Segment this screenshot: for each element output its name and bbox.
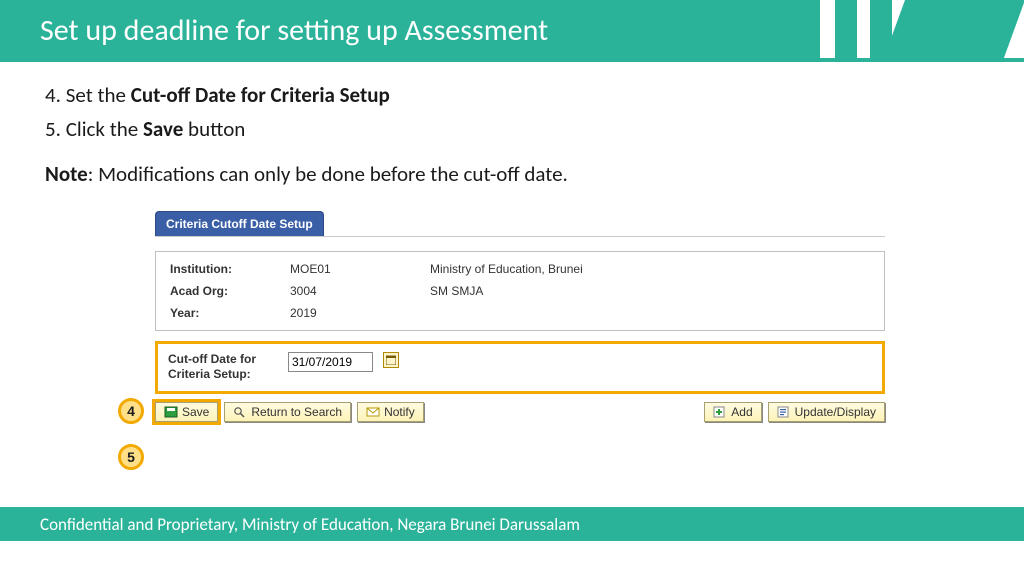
- search-icon: [233, 406, 247, 418]
- return-to-search-button[interactable]: Return to Search: [224, 402, 351, 422]
- value-acad-org: 3004: [290, 284, 430, 298]
- save-label: Save: [182, 405, 209, 419]
- notify-label: Notify: [384, 405, 415, 419]
- instruction-step-5: 5. Click the Save button: [45, 114, 979, 146]
- content-area: 4. Set the Cut-off Date for Criteria Set…: [0, 60, 1024, 422]
- save-button[interactable]: Save: [155, 402, 218, 422]
- cutoff-box: Cut-off Date for Criteria Setup:: [155, 341, 885, 394]
- callout-marker-5: 5: [118, 444, 144, 470]
- button-row: Save Return to Search Notify Add Update/…: [155, 402, 885, 422]
- step5-number: 5.: [45, 116, 66, 142]
- update-display-button[interactable]: Update/Display: [768, 402, 885, 422]
- step4-text-b: Cut-off Date for Criteria Setup: [131, 82, 390, 108]
- desc-institution: Ministry of Education, Brunei: [430, 262, 870, 276]
- cutoff-date-input[interactable]: [288, 352, 373, 372]
- criteria-panel: Criteria Cutoff Date Setup Institution: …: [155, 211, 885, 422]
- label-acad-org: Acad Org:: [170, 284, 290, 298]
- footer-text: Confidential and Proprietary, Ministry o…: [40, 514, 580, 535]
- note-line: Note: Modifications can only be done bef…: [45, 159, 979, 191]
- step5-text-c: button: [183, 116, 245, 142]
- value-institution: MOE01: [290, 262, 430, 276]
- value-year: 2019: [290, 306, 430, 320]
- slide-header: Set up deadline for setting up Assessmen…: [0, 0, 1024, 60]
- tab-row: Criteria Cutoff Date Setup: [155, 211, 885, 237]
- label-institution: Institution:: [170, 262, 290, 276]
- step5-text-a: Click the: [66, 116, 143, 142]
- save-icon: [164, 406, 178, 418]
- header-underline: [0, 58, 1024, 62]
- calendar-icon[interactable]: [383, 352, 399, 368]
- desc-acad-org: SM SMJA: [430, 284, 870, 298]
- step4-number: 4.: [45, 82, 66, 108]
- step5-text-b: Save: [143, 116, 183, 142]
- update-label: Update/Display: [795, 405, 876, 419]
- instruction-step-4: 4. Set the Cut-off Date for Criteria Set…: [45, 80, 979, 112]
- notify-icon: [366, 406, 380, 418]
- header-accent-1: [835, 0, 857, 60]
- tab-criteria-cutoff[interactable]: Criteria Cutoff Date Setup: [155, 211, 324, 236]
- info-box: Institution: MOE01 Ministry of Education…: [155, 251, 885, 331]
- note-text: : Modifications can only be done before …: [88, 161, 568, 187]
- cutoff-label: Cut-off Date for Criteria Setup:: [168, 352, 278, 383]
- step4-text-a: Set the: [66, 82, 131, 108]
- header-main-stripe: Set up deadline for setting up Assessmen…: [0, 0, 820, 60]
- add-label: Add: [731, 405, 752, 419]
- return-label: Return to Search: [251, 405, 342, 419]
- row-acad-org: Acad Org: 3004 SM SMJA: [170, 284, 870, 298]
- footer-bar: Confidential and Proprietary, Ministry o…: [0, 507, 1024, 541]
- add-button[interactable]: Add: [704, 402, 761, 422]
- slide-title: Set up deadline for setting up Assessmen…: [40, 12, 548, 49]
- callout-marker-4: 4: [118, 398, 144, 424]
- header-accent-3: [883, 0, 1024, 60]
- row-year: Year: 2019: [170, 306, 870, 320]
- add-icon: [713, 406, 727, 418]
- note-label: Note: [45, 161, 88, 187]
- row-institution: Institution: MOE01 Ministry of Education…: [170, 262, 870, 276]
- update-icon: [777, 406, 791, 418]
- label-year: Year:: [170, 306, 290, 320]
- notify-button[interactable]: Notify: [357, 402, 424, 422]
